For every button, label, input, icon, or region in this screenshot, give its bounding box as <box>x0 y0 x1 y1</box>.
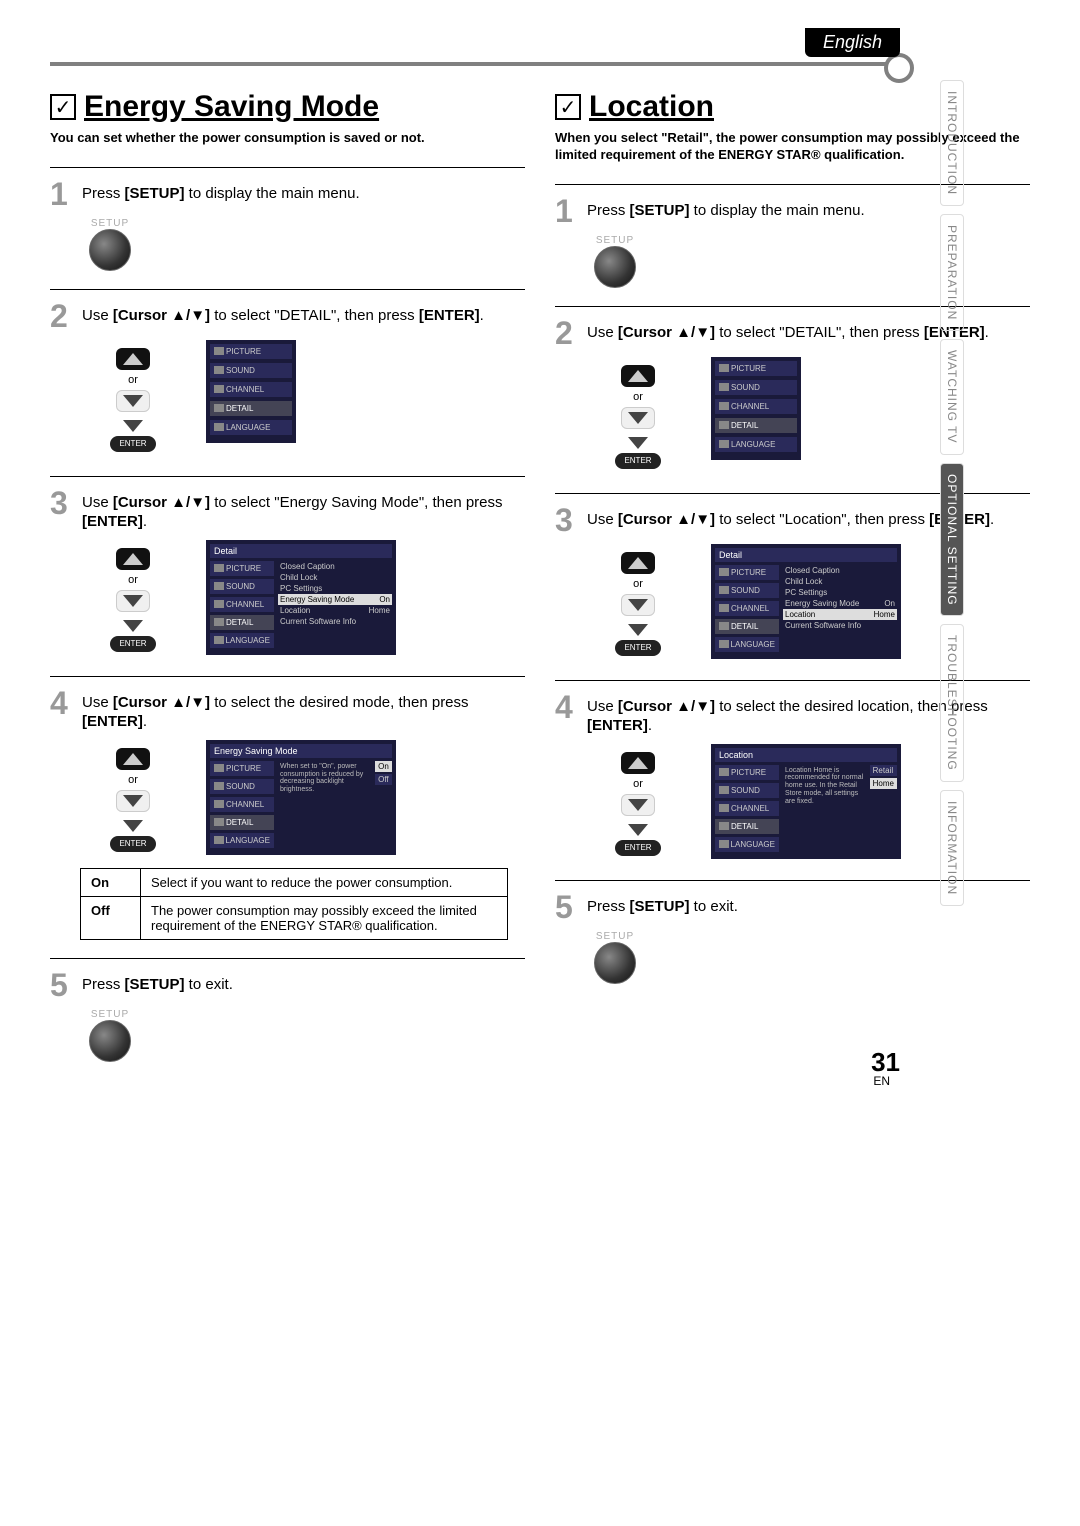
options-table: On Select if you want to reduce the powe… <box>80 868 508 940</box>
language-tab: English <box>805 28 900 57</box>
step-2-left: 2 Use [Cursor ▲/▼] to select "DETAIL", t… <box>50 300 525 332</box>
sidebar-introduction: INTRODUCTION <box>940 80 964 206</box>
menu-screen-tabs: PICTURE SOUND CHANNEL DETAIL LANGUAGE <box>206 340 296 443</box>
button-circle-icon <box>89 229 131 271</box>
enter-chip: ENTER <box>110 436 156 452</box>
menu-screen-detail: Detail PICTURE SOUND CHANNEL DETAIL LANG… <box>206 540 396 655</box>
page-lang: EN <box>873 1074 890 1088</box>
setup-label: SETUP <box>91 218 129 229</box>
sidebar-optional-setting: OPTIONAL SETTING <box>940 463 964 617</box>
menu-screen-esm: Energy Saving Mode PICTURE SOUND CHANNEL… <box>206 740 396 855</box>
sidebar-information: INFORMATION <box>940 790 964 906</box>
top-rule <box>50 62 900 66</box>
check-icon: ✓ <box>555 94 581 120</box>
check-icon: ✓ <box>50 94 76 120</box>
arrow-up-icon <box>123 353 143 365</box>
setup-button-graphic: SETUP <box>80 218 140 271</box>
sidebar-preparation: PREPARATION <box>940 214 964 331</box>
section-title-location: Location <box>589 90 714 124</box>
arrow-down-icon <box>123 395 143 407</box>
arrow-down-icon <box>123 420 143 432</box>
step-1-left: 1 Press [SETUP] to display the main menu… <box>50 178 525 210</box>
step-4-left: 4 Use [Cursor ▲/▼] to select the desired… <box>50 687 525 732</box>
section-title-energy: Energy Saving Mode <box>84 90 379 124</box>
sidebar-troubleshooting: TROUBLESHOOTING <box>940 624 964 782</box>
cursor-arrows-graphic: or ENTER <box>110 346 156 452</box>
step-3-left: 3 Use [Cursor ▲/▼] to select "Energy Sav… <box>50 487 525 532</box>
sidebar-watching-tv: WATCHING TV <box>940 339 964 454</box>
step-5-left: 5 Press [SETUP] to exit. <box>50 969 525 1001</box>
sidebar: INTRODUCTION PREPARATION WATCHING TV OPT… <box>940 80 1020 914</box>
table-row: On Select if you want to reduce the powe… <box>81 868 508 896</box>
intro-energy: You can set whether the power consumptio… <box>50 130 525 147</box>
menu-screen-location: Location PICTURE SOUND CHANNEL DETAIL LA… <box>711 744 901 859</box>
table-row: Off The power consumption may possibly e… <box>81 896 508 939</box>
left-column: ✓ Energy Saving Mode You can set whether… <box>50 90 525 1068</box>
step-number: 1 <box>50 178 74 210</box>
